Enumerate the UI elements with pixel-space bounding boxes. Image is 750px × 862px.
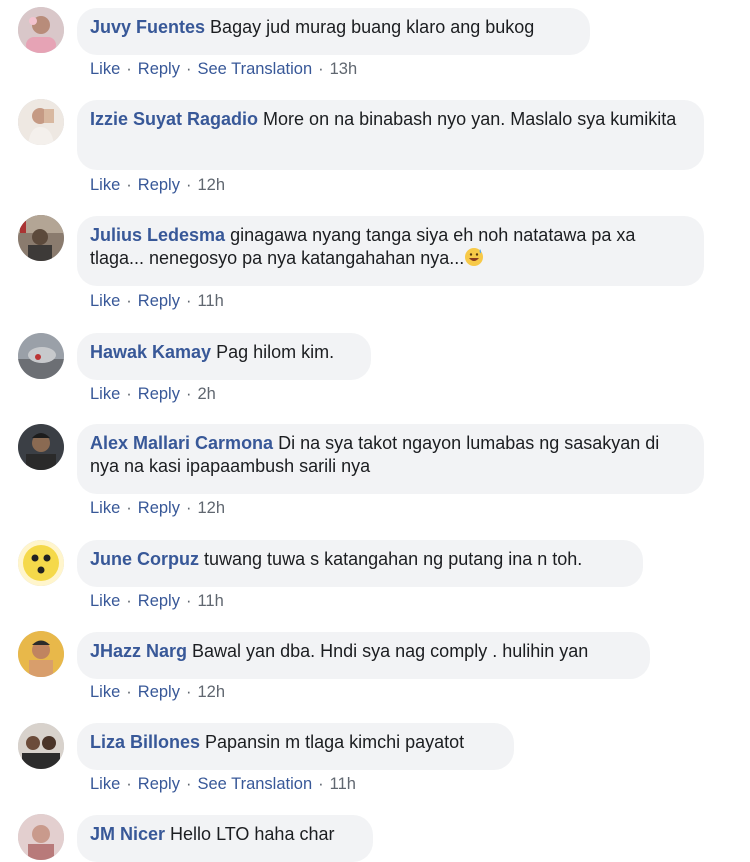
comment-actions: Like · Reply · 11h (90, 292, 224, 311)
comment-timestamp[interactable]: 13h (330, 60, 358, 78)
comment-author[interactable]: Hawak Kamay (90, 342, 211, 362)
comment-actions: Like · Reply · See Translation · 13h (90, 60, 357, 79)
separator: · (318, 775, 324, 793)
reply-button[interactable]: Reply (138, 683, 180, 701)
comment-text: Bagay jud murag buang klaro ang bukog (210, 17, 535, 37)
separator: · (126, 176, 132, 194)
like-button[interactable]: Like (90, 592, 120, 610)
comment-author[interactable]: June Corpuz (90, 549, 199, 569)
comment-bubble: June Corpuz tuwang tuwa s katangahan ng p… (77, 540, 643, 587)
like-button[interactable]: Like (90, 775, 120, 793)
comment-timestamp[interactable]: 12h (197, 499, 225, 517)
comment-bubble: Julius Ledesma ginagawa nyang tanga siya … (77, 216, 704, 286)
separator: · (185, 176, 192, 194)
separator: · (185, 592, 192, 610)
comment-bubble: JM Nicer Hello LTO haha char (77, 815, 373, 862)
separator: · (185, 775, 192, 793)
comment-text: Papansin m tlaga kimchi payatot (205, 732, 465, 752)
comment-timestamp[interactable]: 11h (197, 592, 223, 610)
comment-actions: Like · Reply · 11h (90, 592, 224, 611)
separator: · (185, 499, 192, 517)
see-translation-button[interactable]: See Translation (197, 60, 312, 78)
separator: · (126, 592, 132, 610)
avatar[interactable] (18, 215, 64, 261)
avatar[interactable] (18, 7, 64, 53)
comment-bubble: Izzie Suyat Ragadio More on na binabash n… (77, 100, 704, 170)
like-button[interactable]: Like (90, 292, 120, 310)
comment-text: Hello LTO haha char (170, 824, 335, 844)
comment-bubble: Alex Mallari Carmona Di na sya takot ngay… (77, 424, 704, 494)
comment-actions: Like · Reply · 12h (90, 683, 225, 702)
separator: · (126, 683, 132, 701)
comment-actions: Like · Reply · 12h (90, 499, 225, 518)
comment-bubble: JHazz Narg Bawal yan dba. Hndi sya nag co… (77, 632, 650, 679)
separator: · (126, 385, 132, 403)
comment-timestamp[interactable]: 12h (197, 683, 225, 701)
separator: · (185, 683, 192, 701)
comment-actions: Like · Reply · See Translation · 11h (90, 775, 356, 794)
comment-author[interactable]: JM Nicer (90, 824, 165, 844)
like-button[interactable]: Like (90, 176, 120, 194)
separator: · (185, 60, 192, 78)
comment-author[interactable]: Liza Billones (90, 732, 200, 752)
separator: · (185, 385, 192, 403)
separator: · (126, 775, 132, 793)
avatar[interactable] (18, 99, 64, 145)
comment-text: Pag hilom kim. (216, 342, 335, 362)
comment-actions: Like · Reply · 12h (90, 176, 225, 195)
avatar[interactable] (18, 540, 64, 586)
comment-timestamp[interactable]: 12h (197, 176, 225, 194)
comment-text: Bawal yan dba. Hndi sya nag comply . hul… (192, 641, 589, 661)
comment-text: tuwang tuwa s katangahan ng putang ina n… (204, 549, 583, 569)
avatar[interactable] (18, 333, 64, 379)
reply-button[interactable]: Reply (138, 775, 180, 793)
separator: · (126, 292, 132, 310)
reply-button[interactable]: Reply (138, 592, 180, 610)
like-button[interactable]: Like (90, 683, 120, 701)
reply-button[interactable]: Reply (138, 292, 180, 310)
avatar[interactable] (18, 424, 64, 470)
reply-button[interactable]: Reply (138, 499, 180, 517)
comment-author[interactable]: Izzie Suyat Ragadio (90, 109, 258, 129)
separator: · (126, 499, 132, 517)
like-button[interactable]: Like (90, 60, 120, 78)
avatar[interactable] (18, 723, 64, 769)
comment-author[interactable]: Alex Mallari Carmona (90, 433, 273, 453)
reply-button[interactable]: Reply (138, 60, 180, 78)
like-button[interactable]: Like (90, 385, 120, 403)
separator: · (318, 60, 324, 78)
comment-author[interactable]: Julius Ledesma (90, 225, 225, 245)
comment-bubble: Liza Billones Papansin m tlaga kimchi pay… (77, 723, 514, 770)
see-translation-button[interactable]: See Translation (197, 775, 312, 793)
reply-button[interactable]: Reply (138, 385, 180, 403)
avatar[interactable] (18, 814, 64, 860)
comment-bubble: Hawak Kamay Pag hilom kim. (77, 333, 371, 380)
separator: · (126, 60, 132, 78)
comment-bubble: Juvy Fuentes Bagay jud murag buang klaro … (77, 8, 590, 55)
comment-author[interactable]: Juvy Fuentes (90, 17, 205, 37)
avatar[interactable] (18, 631, 64, 677)
grinning-sweat-emoji (465, 248, 484, 266)
comment-timestamp[interactable]: 11h (330, 775, 356, 793)
comment-author[interactable]: JHazz Narg (90, 641, 187, 661)
comment-timestamp[interactable]: 2h (197, 385, 215, 403)
reply-button[interactable]: Reply (138, 176, 180, 194)
comment-actions: Like · Reply · 2h (90, 385, 216, 404)
separator: · (185, 292, 192, 310)
like-button[interactable]: Like (90, 499, 120, 517)
comment-timestamp[interactable]: 11h (197, 292, 223, 310)
comment-text: More on na binabash nyo yan. Maslalo sya… (263, 109, 677, 129)
